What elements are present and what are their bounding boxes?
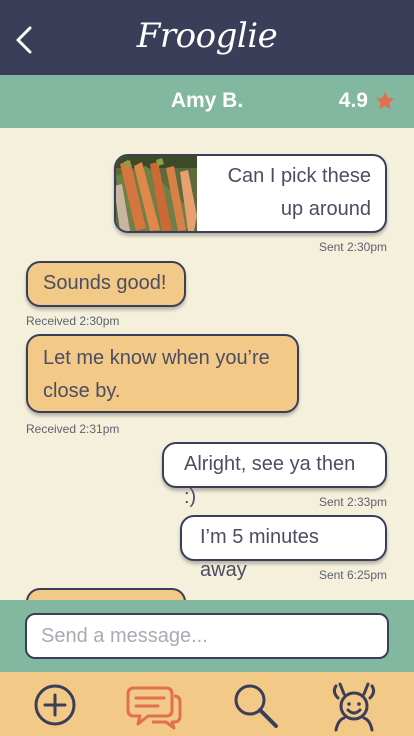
rating-value: 4.9 bbox=[338, 89, 368, 112]
contact-rating: 4.9 bbox=[339, 89, 396, 113]
bottom-tab-bar bbox=[0, 672, 414, 736]
message-text: I’m 5 minutes away bbox=[200, 526, 319, 581]
message-bubble-sent[interactable]: I’m 5 minutes away bbox=[180, 515, 387, 581]
message-input[interactable] bbox=[25, 613, 389, 659]
profile-icon[interactable] bbox=[328, 680, 378, 732]
message-bubble-sent[interactable]: Alright, see ya then :) bbox=[162, 442, 387, 508]
message-text: Let me know when you’re close by. bbox=[43, 347, 270, 402]
message-status: Sent 6:25pm bbox=[318, 568, 387, 582]
message-status: Sent 2:33pm bbox=[318, 495, 387, 509]
add-circle-icon[interactable] bbox=[30, 680, 80, 730]
message-status: Received 2:30pm bbox=[26, 314, 120, 328]
star-icon bbox=[375, 91, 395, 110]
message-status: Sent 2:30pm bbox=[318, 240, 387, 254]
message-text: Can I pick these up around 6:30pm? bbox=[227, 165, 371, 220]
compose-bar bbox=[0, 600, 414, 672]
message-list[interactable]: Can I pick these up around 6:30pm? Sent … bbox=[0, 128, 414, 600]
message-bubble-received[interactable]: Let me know when you’re close by. bbox=[26, 334, 299, 413]
conversation-header: Amy B. 4.9 bbox=[0, 75, 414, 128]
chat-bubbles-icon[interactable] bbox=[126, 680, 182, 730]
app-title: Frooglie bbox=[136, 16, 278, 56]
message-status: Received 2:31pm bbox=[26, 422, 120, 436]
message-bubble-received-partial[interactable] bbox=[26, 588, 186, 600]
search-icon[interactable] bbox=[230, 680, 280, 730]
message-bubble-received[interactable]: Sounds good! bbox=[26, 261, 186, 307]
message-bubble-sent-image[interactable]: Can I pick these up around 6:30pm? bbox=[114, 154, 387, 233]
top-bar: Frooglie bbox=[0, 0, 414, 75]
carrots-photo-thumbnail[interactable] bbox=[116, 156, 197, 231]
message-text: Sounds good! bbox=[43, 272, 167, 294]
